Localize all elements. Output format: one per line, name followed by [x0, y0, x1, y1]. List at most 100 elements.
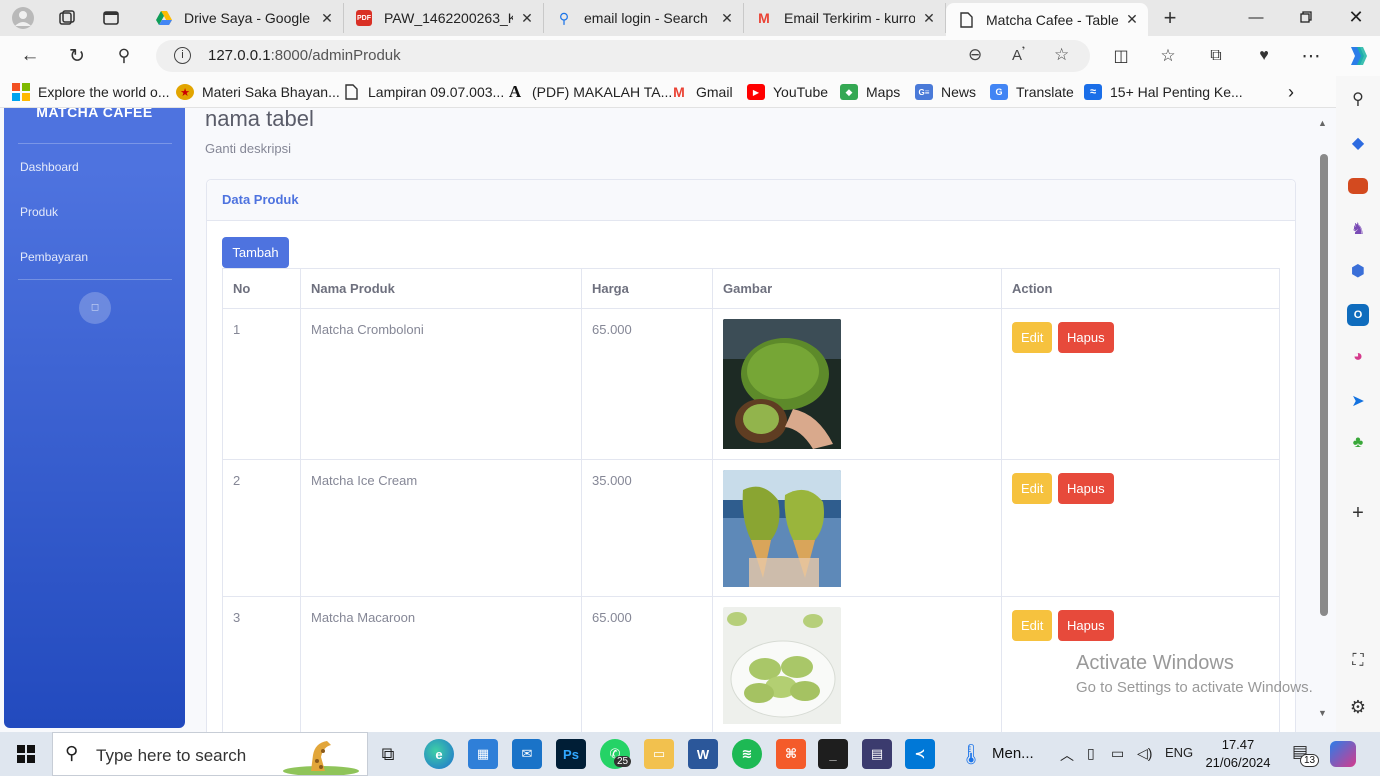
collections-icon[interactable]: ⧉: [1201, 42, 1231, 70]
address-bar[interactable]: i 127.0.0.1:8000/adminProduk ⊖ A𝄒 ☆: [156, 40, 1090, 72]
delete-button[interactable]: Hapus: [1058, 473, 1114, 504]
more-options-icon[interactable]: ⋯: [1296, 42, 1326, 70]
word-icon[interactable]: W: [688, 739, 718, 769]
zoom-out-icon[interactable]: ⊖: [968, 45, 982, 65]
outlook-icon[interactable]: O: [1347, 304, 1369, 326]
edit-button[interactable]: Edit: [1012, 473, 1053, 504]
mail-icon[interactable]: ✉: [512, 739, 542, 769]
close-icon[interactable]: ✕: [519, 10, 535, 27]
close-icon[interactable]: ✕: [719, 10, 735, 27]
tools-icon[interactable]: [1348, 178, 1368, 194]
sidebar-item-produk[interactable]: Produk: [20, 205, 58, 219]
delete-button[interactable]: Hapus: [1058, 322, 1114, 353]
settings-icon[interactable]: ⚙: [1347, 696, 1369, 718]
edit-button[interactable]: Edit: [1012, 610, 1053, 641]
language-indicator[interactable]: ENG: [1165, 745, 1193, 760]
data-card: Data Produk Tambah No Nama Produk Harga …: [206, 179, 1296, 732]
scroll-down-icon[interactable]: ▼: [1318, 708, 1327, 718]
tree-icon[interactable]: ♣: [1347, 432, 1369, 454]
read-aloud-icon[interactable]: A𝄒: [1012, 47, 1025, 64]
restore-icon[interactable]: [1282, 0, 1330, 34]
tab-gmail[interactable]: M Email Terkirim - kurrotu ✕: [744, 3, 946, 33]
browser-essentials-icon[interactable]: ♥: [1249, 42, 1279, 70]
scroll-up-icon[interactable]: ▲: [1318, 118, 1327, 128]
new-tab-icon[interactable]: +: [1157, 5, 1183, 31]
favorite-item[interactable]: ≈15+ Hal Penting Ke...: [1084, 83, 1243, 101]
start-button[interactable]: [0, 732, 52, 776]
microsoft-365-icon[interactable]: ⬢: [1347, 260, 1369, 282]
tab-actions-icon[interactable]: [98, 5, 124, 31]
designer-icon[interactable]: ◕: [1347, 346, 1369, 368]
favorite-star-icon[interactable]: ☆: [1054, 45, 1069, 65]
search-placeholder: Type here to search: [96, 746, 247, 765]
copilot-taskbar-icon[interactable]: [1330, 741, 1356, 767]
sidebar-toggle-button[interactable]: ◻: [79, 292, 111, 324]
add-button[interactable]: Tambah: [222, 237, 289, 268]
edit-button[interactable]: Edit: [1012, 322, 1053, 353]
site-info-icon[interactable]: i: [174, 47, 191, 64]
back-icon[interactable]: ←: [15, 42, 45, 70]
academia-icon: A: [508, 82, 522, 101]
tab-drive[interactable]: Drive Saya - Google Dr ✕: [144, 3, 344, 33]
favorite-item[interactable]: ★ Materi Saka Bhayan...: [176, 83, 340, 101]
xampp-icon[interactable]: ⌘: [776, 739, 806, 769]
send-icon[interactable]: ➤: [1347, 390, 1369, 412]
search-icon[interactable]: ⚲: [109, 42, 139, 70]
copilot-icon[interactable]: [1342, 42, 1372, 70]
thermometer-icon[interactable]: 🌡: [956, 739, 986, 769]
taskbar-search[interactable]: ⚲ Type here to search: [52, 732, 368, 776]
favorite-item[interactable]: ◆ Maps: [840, 83, 900, 101]
file-explorer-icon[interactable]: ▭: [644, 739, 674, 769]
taskbar-window-label[interactable]: Men...: [992, 745, 1034, 762]
close-icon[interactable]: ✕: [319, 10, 335, 27]
search-icon[interactable]: ⚲: [1347, 88, 1369, 110]
chevron-right-icon[interactable]: ›: [1288, 82, 1294, 102]
tab-matcha-cafee[interactable]: Matcha Cafee - Tables ✕: [946, 3, 1148, 36]
sidebar-item-dashboard[interactable]: Dashboard: [20, 160, 79, 174]
chevron-up-icon[interactable]: ︿: [1060, 745, 1074, 765]
close-icon[interactable]: ✕: [1124, 11, 1140, 28]
favorite-item[interactable]: M Gmail: [670, 83, 732, 101]
refresh-icon[interactable]: ↻: [62, 42, 92, 70]
split-screen-icon[interactable]: ◫: [1106, 42, 1136, 70]
vscode-icon[interactable]: ≺: [905, 739, 935, 769]
workspaces-icon[interactable]: [54, 5, 80, 31]
system-clock[interactable]: 17.47 21/06/2024: [1198, 736, 1278, 772]
store-icon[interactable]: ▦: [468, 739, 498, 769]
close-window-icon[interactable]: ✕: [1332, 0, 1380, 34]
spotify-icon[interactable]: ≋: [732, 739, 762, 769]
volume-icon[interactable]: ◁): [1137, 745, 1152, 762]
terminal-icon[interactable]: _: [818, 739, 848, 769]
product-name: Matcha Cromboloni: [300, 308, 582, 460]
favorite-item[interactable]: ▶ YouTube: [747, 83, 828, 101]
card-title: Data Produk: [222, 192, 299, 207]
sidebar-item-pembayaran[interactable]: Pembayaran: [20, 250, 88, 264]
tab-pdf[interactable]: PDF PAW_1462200263_Kurr ✕: [344, 3, 544, 33]
screenshot-icon[interactable]: ⛶: [1347, 650, 1369, 672]
shopping-tag-icon[interactable]: ◆: [1347, 132, 1369, 154]
minimize-icon[interactable]: —: [1232, 0, 1280, 34]
device-icon[interactable]: ▯: [1087, 745, 1095, 762]
games-icon[interactable]: ♞: [1347, 218, 1369, 240]
task-view-icon[interactable]: ⧉: [373, 739, 403, 769]
tab-search[interactable]: ⚲ email login - Search ✕: [544, 3, 744, 33]
url-text[interactable]: 127.0.0.1:8000/adminProduk: [208, 47, 401, 64]
favorite-item[interactable]: A (PDF) MAKALAH TA...: [506, 82, 672, 101]
add-icon[interactable]: +: [1347, 502, 1369, 524]
battery-icon[interactable]: ▭: [1111, 745, 1124, 762]
close-icon[interactable]: ✕: [921, 10, 937, 27]
favorite-item[interactable]: G Translate: [990, 83, 1074, 101]
browser-toolbar: ← ↻ ⚲ i 127.0.0.1:8000/adminProduk ⊖ A𝄒 …: [0, 36, 1380, 76]
page-scrollbar[interactable]: ▲ ▼: [1316, 108, 1332, 732]
window-app-icon[interactable]: ▤: [862, 739, 892, 769]
scroll-thumb[interactable]: [1320, 154, 1328, 616]
favorite-item[interactable]: Explore the world o...: [12, 83, 170, 101]
delete-button[interactable]: Hapus: [1058, 610, 1114, 641]
photoshop-icon[interactable]: Ps: [556, 739, 586, 769]
brand-title[interactable]: MATCHA CAFEE: [4, 108, 185, 120]
profile-icon[interactable]: [10, 5, 36, 31]
favorite-item[interactable]: Lampiran 09.07.003...: [342, 83, 504, 101]
edge-taskbar-icon[interactable]: e: [424, 739, 454, 769]
favorites-icon[interactable]: ☆: [1153, 42, 1183, 70]
favorite-item[interactable]: G≡ News: [915, 83, 976, 101]
